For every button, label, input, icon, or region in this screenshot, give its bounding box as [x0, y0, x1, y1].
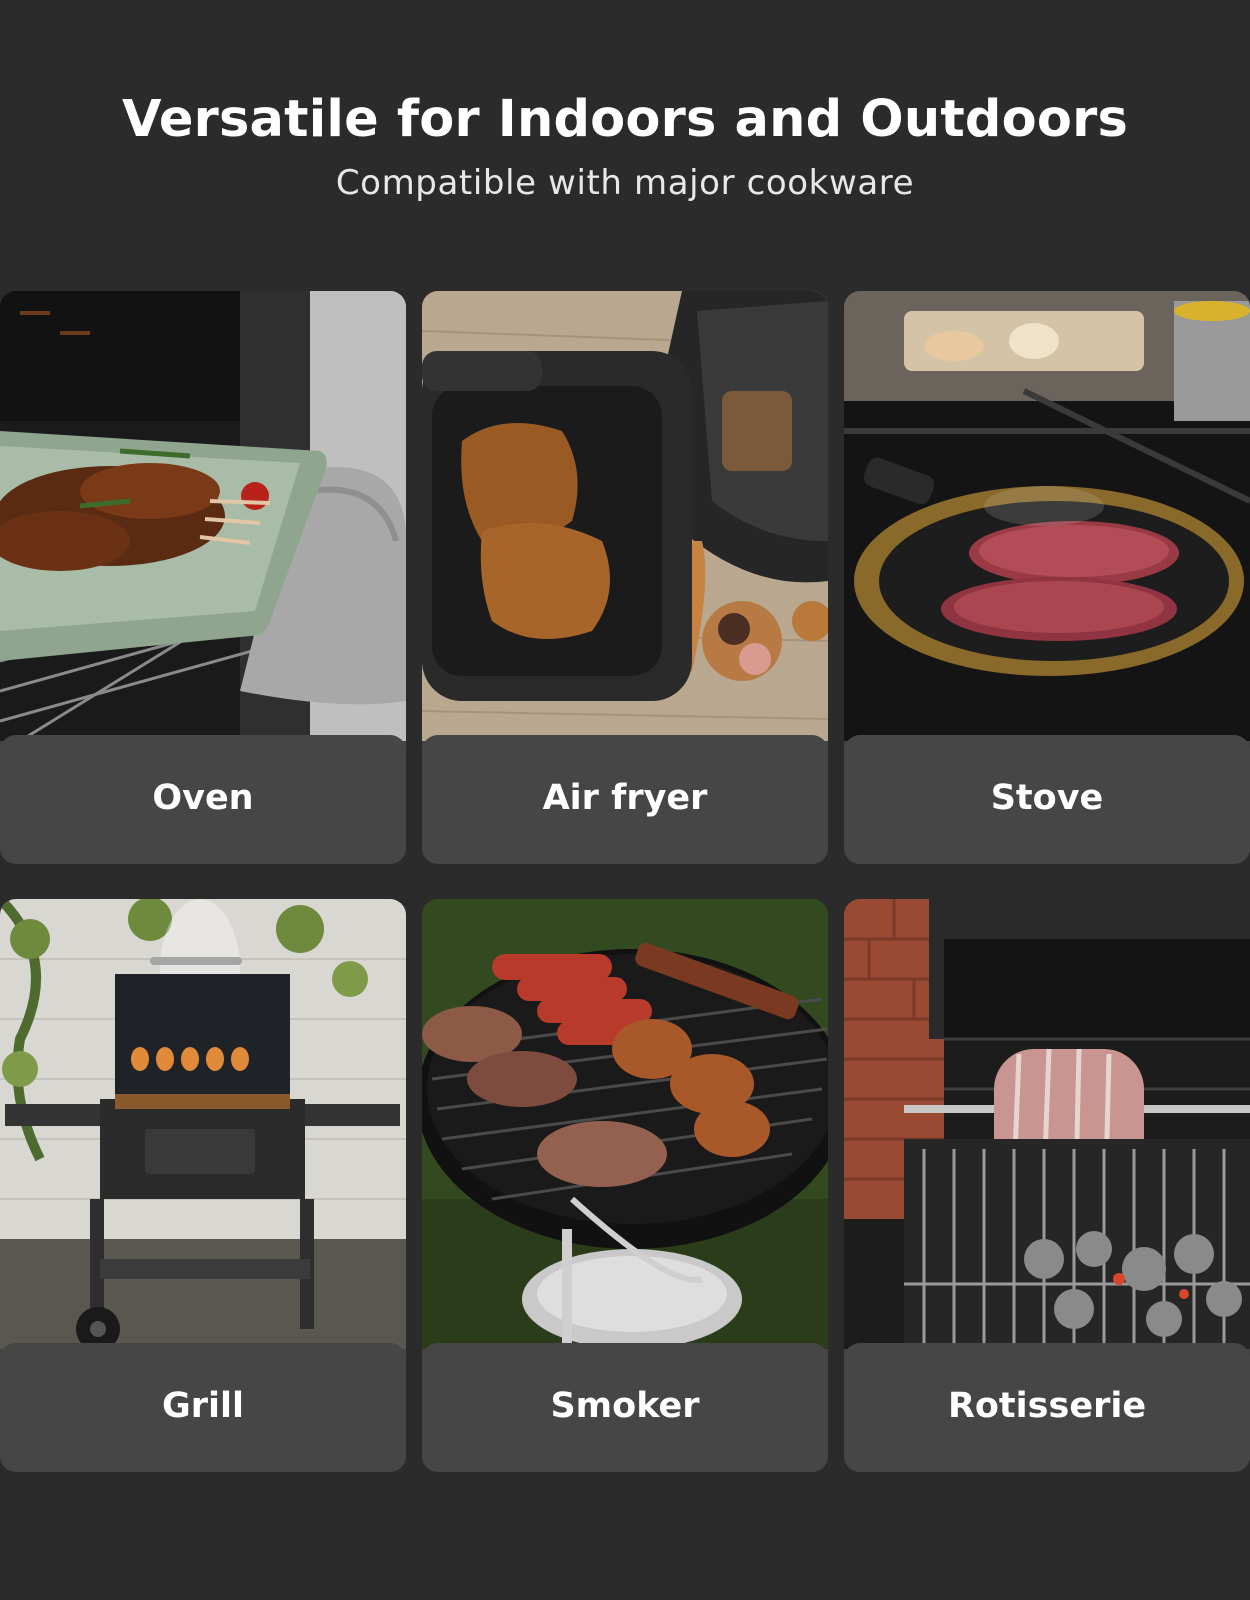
card-oven: Oven: [0, 291, 406, 864]
card-air-fryer: Air fryer: [422, 291, 828, 864]
oven-label-bar: Oven: [0, 735, 406, 864]
air-fryer-photo: [422, 291, 828, 741]
smoker-label-bar: Smoker: [422, 1343, 828, 1472]
rotisserie-photo: [844, 899, 1250, 1349]
rotisserie-label-bar: Rotisserie: [844, 1343, 1250, 1472]
page-title: Versatile for Indoors and Outdoors: [121, 90, 1129, 149]
card-label: Grill: [162, 1386, 244, 1426]
card-label: Smoker: [550, 1386, 700, 1426]
grill-label-bar: Grill: [0, 1343, 406, 1472]
card-label: Oven: [152, 778, 254, 818]
card-smoker: Smoker: [422, 899, 828, 1472]
card-grill: Grill: [0, 899, 406, 1472]
stove-label-bar: Stove: [844, 735, 1250, 864]
card-label: Air fryer: [542, 778, 708, 818]
smoker-photo: [422, 899, 828, 1349]
card-rotisserie: Rotisserie: [844, 899, 1250, 1472]
card-label: Stove: [990, 778, 1104, 818]
card-label: Rotisserie: [947, 1386, 1147, 1426]
page-subtitle: Compatible with major cookware: [335, 163, 915, 203]
air-fryer-label-bar: Air fryer: [422, 735, 828, 864]
grill-photo: [0, 899, 406, 1349]
oven-photo: [0, 291, 406, 741]
card-stove: Stove: [844, 291, 1250, 864]
page-header: Versatile for Indoors and Outdoors Compa…: [0, 0, 1250, 240]
stove-photo: [844, 291, 1250, 741]
